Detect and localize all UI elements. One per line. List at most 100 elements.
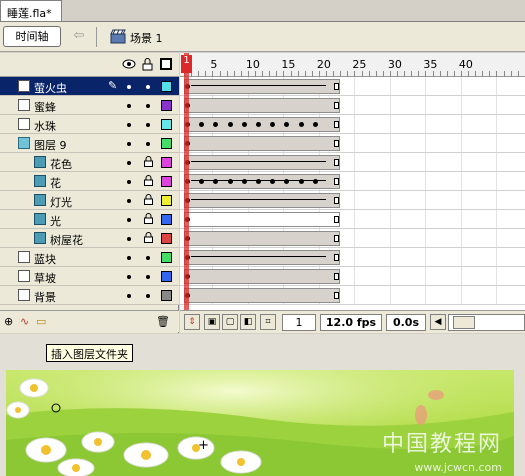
end-frame[interactable] bbox=[334, 121, 340, 128]
end-frame[interactable] bbox=[334, 83, 340, 90]
onion-skin-outline-icon[interactable]: ▢ bbox=[222, 314, 238, 330]
lock-icon[interactable] bbox=[144, 175, 153, 186]
document-tab[interactable]: 睡莲.fla* bbox=[0, 0, 62, 22]
lock-icon[interactable] bbox=[144, 194, 153, 205]
lock-dot[interactable] bbox=[146, 85, 150, 89]
frame-span[interactable] bbox=[184, 269, 341, 284]
horizontal-scrollbar[interactable] bbox=[448, 314, 525, 331]
scene-label[interactable]: 场景 1 bbox=[130, 30, 163, 46]
frame-row[interactable] bbox=[180, 210, 525, 229]
end-frame[interactable] bbox=[334, 235, 340, 242]
frame-row[interactable] bbox=[180, 134, 525, 153]
scroll-left-arrow[interactable]: ◀ bbox=[430, 314, 446, 330]
center-frame-icon[interactable]: ⇕ bbox=[184, 314, 200, 330]
back-arrow-icon[interactable]: ⇦ bbox=[68, 28, 90, 46]
layer-name[interactable]: 背景 bbox=[34, 289, 56, 305]
layer-name[interactable]: 萤火虫 bbox=[34, 80, 67, 96]
outline-color-swatch[interactable] bbox=[161, 81, 172, 92]
layer-name[interactable]: 花 bbox=[50, 175, 61, 191]
layer-name[interactable]: 图层 9 bbox=[34, 137, 67, 153]
outline-color-swatch[interactable] bbox=[161, 157, 172, 168]
end-frame[interactable] bbox=[334, 178, 340, 185]
layer-name[interactable]: 光 bbox=[50, 213, 61, 229]
layer-row[interactable]: 光 bbox=[0, 210, 179, 229]
timeline-button[interactable]: 时间轴 bbox=[3, 26, 61, 47]
frame-row[interactable] bbox=[180, 153, 525, 172]
layer-row[interactable]: 蓝块 bbox=[0, 248, 179, 267]
keyframe[interactable] bbox=[227, 122, 233, 127]
frame-row[interactable] bbox=[180, 77, 525, 96]
outline-color-swatch[interactable] bbox=[161, 100, 172, 111]
scroll-thumb[interactable] bbox=[453, 316, 475, 329]
frame-row[interactable] bbox=[180, 191, 525, 210]
end-frame[interactable] bbox=[334, 102, 340, 109]
outline-color-swatch[interactable] bbox=[161, 195, 172, 206]
frame-row[interactable] bbox=[180, 172, 525, 191]
keyframe[interactable] bbox=[298, 179, 304, 184]
layer-row[interactable]: 图层 9 bbox=[0, 134, 179, 153]
insert-layer-folder-icon[interactable]: ▭ bbox=[36, 315, 46, 328]
playhead-marker[interactable]: 1 bbox=[181, 55, 192, 73]
keyframe[interactable] bbox=[241, 122, 247, 127]
keyframe[interactable] bbox=[312, 122, 318, 127]
frame-span[interactable] bbox=[184, 193, 341, 208]
lock-dot[interactable] bbox=[146, 142, 150, 146]
frames-area[interactable]: 1510152025303540 bbox=[180, 53, 525, 311]
outline-color-swatch[interactable] bbox=[161, 138, 172, 149]
keyframe[interactable] bbox=[227, 179, 233, 184]
frame-span[interactable] bbox=[184, 231, 341, 246]
visibility-dot[interactable] bbox=[127, 199, 131, 203]
layer-row[interactable]: 水珠 bbox=[0, 115, 179, 134]
visibility-dot[interactable] bbox=[127, 237, 131, 241]
layer-name[interactable]: 蜜蜂 bbox=[34, 99, 56, 115]
add-motion-guide-icon[interactable]: ∿ bbox=[20, 315, 29, 328]
outline-color-swatch[interactable] bbox=[161, 176, 172, 187]
frame-row[interactable] bbox=[180, 96, 525, 115]
outline-color-swatch[interactable] bbox=[161, 290, 172, 301]
layer-row[interactable]: 花 bbox=[0, 172, 179, 191]
outline-icon[interactable] bbox=[160, 58, 172, 70]
lock-icon[interactable] bbox=[144, 156, 153, 167]
lock-icon[interactable] bbox=[144, 213, 153, 224]
outline-color-swatch[interactable] bbox=[161, 214, 172, 225]
end-frame[interactable] bbox=[334, 197, 340, 204]
modify-onion-markers-icon[interactable]: ⌗ bbox=[260, 314, 276, 330]
frame-row[interactable] bbox=[180, 286, 525, 305]
keyframe[interactable] bbox=[256, 179, 261, 184]
keyframe[interactable] bbox=[298, 122, 304, 127]
visibility-dot[interactable] bbox=[127, 104, 131, 108]
visibility-dot[interactable] bbox=[127, 85, 131, 89]
lock-dot[interactable] bbox=[146, 294, 150, 298]
visibility-dot[interactable] bbox=[127, 275, 131, 279]
layer-name[interactable]: 水珠 bbox=[34, 118, 56, 134]
keyframe[interactable] bbox=[256, 122, 261, 127]
end-frame[interactable] bbox=[334, 159, 340, 166]
visibility-dot[interactable] bbox=[127, 161, 131, 165]
outline-color-swatch[interactable] bbox=[161, 271, 172, 282]
playhead[interactable] bbox=[184, 53, 189, 315]
keyframe[interactable] bbox=[312, 179, 318, 184]
end-frame[interactable] bbox=[334, 273, 340, 280]
lock-dot[interactable] bbox=[146, 256, 150, 260]
frame-row[interactable] bbox=[180, 248, 525, 267]
frame-span[interactable] bbox=[184, 250, 341, 265]
outline-color-swatch[interactable] bbox=[161, 233, 172, 244]
frame-span[interactable] bbox=[184, 288, 341, 303]
keyframe[interactable] bbox=[241, 179, 247, 184]
layer-row[interactable]: 背景 bbox=[0, 286, 179, 305]
lock-dot[interactable] bbox=[146, 275, 150, 279]
layer-name[interactable]: 灯光 bbox=[50, 194, 72, 210]
frame-row[interactable] bbox=[180, 267, 525, 286]
outline-color-swatch[interactable] bbox=[161, 119, 172, 130]
trash-icon[interactable]: 🗑 bbox=[156, 315, 170, 328]
layer-row[interactable]: 草坡 bbox=[0, 267, 179, 286]
visibility-dot[interactable] bbox=[127, 142, 131, 146]
visibility-dot[interactable] bbox=[127, 180, 131, 184]
layer-name[interactable]: 蓝块 bbox=[34, 251, 56, 267]
lock-dot[interactable] bbox=[146, 123, 150, 127]
layer-name[interactable]: 草坡 bbox=[34, 270, 56, 286]
layer-row[interactable]: 树屋花 bbox=[0, 229, 179, 248]
eye-icon[interactable] bbox=[122, 59, 136, 69]
frame-span[interactable] bbox=[184, 98, 341, 113]
frame-row[interactable] bbox=[180, 115, 525, 134]
